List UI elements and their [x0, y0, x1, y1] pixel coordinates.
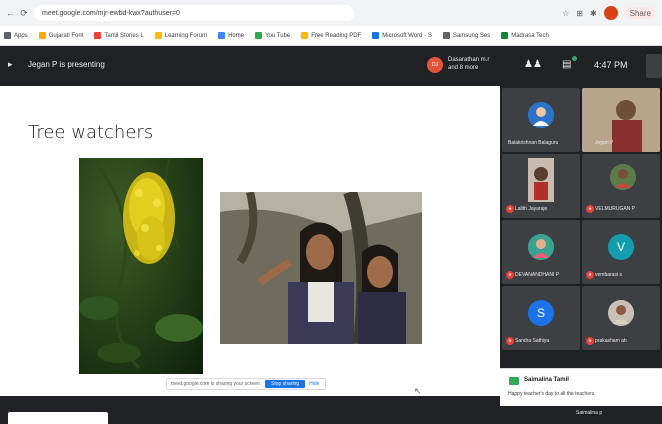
muted-icon: ● — [586, 337, 594, 345]
participant-name: DEVANANDHANI P — [515, 272, 560, 278]
chat-sender: Saimalina Tamil — [524, 377, 569, 383]
bookmark-item[interactable]: Learning Forum — [154, 32, 207, 39]
participant-name: Sandra Sathiya — [515, 338, 550, 344]
muted-icon: ● — [586, 205, 594, 213]
bookmark-icon — [218, 32, 226, 39]
bookmark-icon — [38, 32, 46, 39]
slide-title: Tree watchers — [28, 122, 154, 143]
star-icon[interactable]: ☆ — [562, 9, 569, 18]
muted-icon: ● — [506, 271, 514, 279]
participant-tile[interactable]: Jegan P — [582, 88, 660, 152]
bottom-right-strip: Saimalina p — [500, 406, 662, 424]
participant-tile[interactable]: Balakrishnan Balaguru — [502, 88, 580, 152]
bookmark-icon — [154, 32, 162, 39]
avatar — [608, 300, 634, 326]
self-view-thumbnail — [646, 54, 662, 78]
profile-avatar[interactable] — [603, 6, 618, 20]
participant-video — [582, 88, 660, 152]
meeting-time: 4:47 PM — [594, 60, 628, 70]
participant-name: vembarasi s — [595, 272, 622, 278]
reload-icon[interactable]: ⟳ — [20, 8, 28, 19]
participant-tile[interactable]: ● prakasham ah — [582, 286, 660, 350]
presenting-label: Jegan P is presenting — [28, 60, 105, 69]
sharing-notice: meet.google.com is sharing your screen. — [171, 381, 262, 387]
children-photo — [220, 192, 422, 344]
flower-photo — [79, 158, 203, 374]
chat-message: Happy teacher's day to all the teachers — [508, 391, 595, 397]
participant-tile[interactable]: ● VELMURUGAN P — [582, 154, 660, 218]
presentation-header: ▸ Jegan P is presenting DJ Dasarathan m.… — [0, 46, 500, 86]
bookmark-item[interactable]: Free Reading PDF — [301, 32, 361, 39]
hide-link[interactable]: Hide — [309, 381, 319, 387]
people-icon[interactable]: ♟♟ — [524, 59, 542, 70]
participant-tile[interactable]: ● Lalith Jayaraje — [502, 154, 580, 218]
avatar — [610, 164, 636, 190]
participant-name: Balakrishnan Balaguru — [508, 140, 559, 146]
url-text: meet.google.com/mjr-ewbd-kwx?authuser=0 — [42, 9, 180, 17]
bookmark-item[interactable]: Madrasa Tech — [501, 32, 549, 39]
avatar — [528, 102, 554, 128]
bookmark-icon — [501, 32, 509, 39]
bookmark-item[interactable]: You Tube — [255, 32, 290, 39]
presented-slide: Tree watchers meet.google.com is sharing… — [0, 86, 500, 396]
extensions-icon[interactable]: ⊞ — [576, 9, 583, 18]
avatar-letter: V — [608, 234, 634, 260]
bottom-bar — [0, 396, 500, 424]
taskbar-tab[interactable] — [8, 412, 108, 424]
bottom-participant-name: Saimalina p — [576, 410, 603, 416]
avatar-letter: S — [528, 300, 554, 326]
bookmarks-bar: Apps Gujarati Font Tamil Stories L Learn… — [0, 26, 662, 46]
chat-icon[interactable]: ▤ — [562, 59, 571, 70]
meet-top-controls: ♟♟ ▤ 4:47 PM — [500, 46, 662, 86]
avatar — [528, 234, 554, 260]
chat-notification[interactable]: Saimalina Tamil Happy teacher's day to a… — [500, 368, 662, 406]
bookmark-icon — [255, 32, 263, 39]
stop-sharing-button[interactable]: Stop sharing — [265, 380, 306, 388]
participant-tile[interactable]: V ● vembarasi s — [582, 220, 660, 284]
muted-icon: ● — [506, 337, 514, 345]
meet-window: ▸ Jegan P is presenting DJ Dasarathan m.… — [0, 46, 662, 424]
participant-name: prakasham ah — [595, 338, 627, 344]
bookmark-item[interactable]: Gujarati Font — [38, 32, 83, 39]
bookmark-icon — [442, 32, 450, 39]
presentation-icon: ▸ — [8, 59, 13, 69]
puzzle-icon[interactable]: ✱ — [590, 9, 597, 18]
participant-name: Jegan P — [595, 140, 614, 146]
share-pill[interactable]: Share — [624, 7, 656, 19]
bookmark-item[interactable]: Home — [218, 32, 244, 39]
screen-share-toolbar: meet.google.com is sharing your screen. … — [166, 378, 326, 390]
presenter-names: Dasarathan m.r and 8 more — [448, 57, 490, 71]
bookmark-icon — [372, 32, 380, 39]
presenter-avatar: DJ — [427, 57, 443, 73]
participant-name: Lalith Jayaraje — [515, 206, 548, 212]
flower-illustration — [79, 158, 203, 370]
muted-icon: ● — [506, 205, 514, 213]
bookmark-item[interactable]: Tamil Stories L — [94, 32, 144, 39]
browser-toolbar: ← ⟳ meet.google.com/mjr-ewbd-kwx?authuse… — [0, 0, 662, 26]
muted-icon: ● — [586, 271, 594, 279]
chat-notification-badge — [572, 56, 577, 61]
back-icon[interactable]: ← — [6, 8, 15, 18]
message-icon — [509, 377, 519, 385]
children-illustration — [220, 192, 422, 344]
bookmark-item[interactable]: Apps — [4, 32, 28, 39]
address-bar[interactable]: meet.google.com/mjr-ewbd-kwx?authuser=0 — [34, 5, 354, 21]
participant-tile[interactable]: S ● Sandra Sathiya — [502, 286, 580, 350]
participant-grid: Balakrishnan Balaguru Jegan P ● Lalith J… — [500, 86, 662, 358]
bookmark-icon — [94, 32, 102, 39]
bookmark-icon — [301, 32, 309, 39]
bookmark-item[interactable]: Microsoft Word - S — [372, 32, 432, 39]
participant-tile[interactable]: ● DEVANANDHANI P — [502, 220, 580, 284]
bookmark-item[interactable]: Samsung Ses — [442, 32, 490, 39]
participant-name: VELMURUGAN P — [595, 206, 636, 212]
